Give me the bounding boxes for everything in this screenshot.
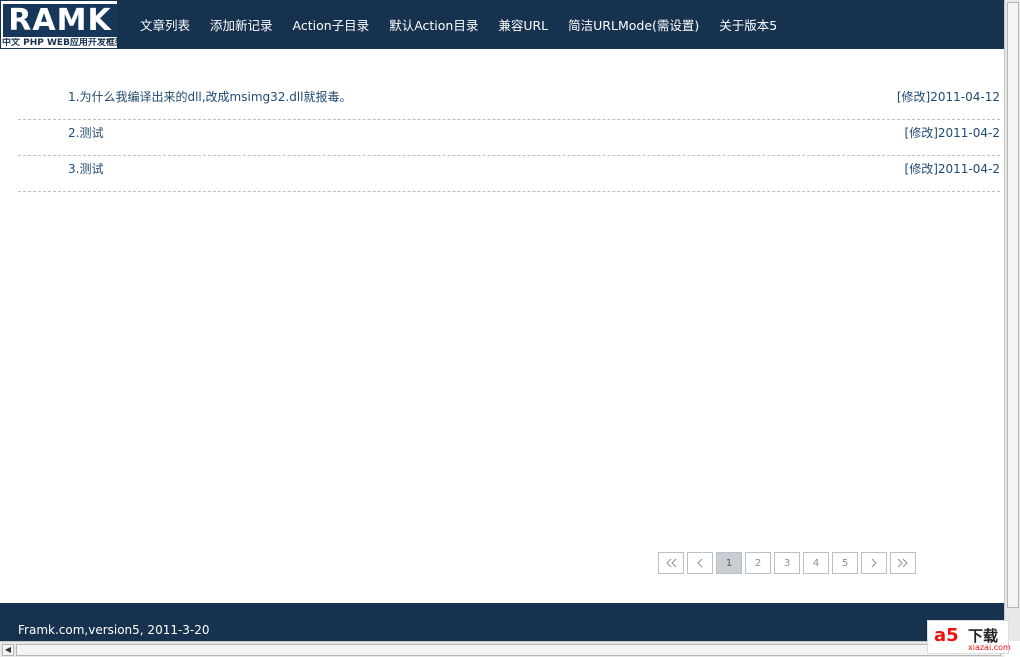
edit-link[interactable]: [修改]	[897, 90, 930, 104]
next-page-button[interactable]	[861, 552, 887, 574]
last-page-button[interactable]	[890, 552, 916, 574]
nav-about-version[interactable]: 关于版本5	[709, 15, 787, 34]
edit-link[interactable]: [修改]	[905, 162, 938, 176]
article-title-link[interactable]: 3.测试	[68, 160, 103, 177]
page-3-button[interactable]: 3	[774, 552, 800, 574]
article-date: 2011-04-2	[937, 162, 1000, 176]
pagination: 1 2 3 4 5	[658, 552, 916, 574]
first-page-button[interactable]	[658, 552, 684, 574]
prev-page-button[interactable]	[687, 552, 713, 574]
list-item: 1.为什么我编译出来的dll,改成msimg32.dll就报毒。 [修改]201…	[18, 84, 1000, 120]
article-list: 1.为什么我编译出来的dll,改成msimg32.dll就报毒。 [修改]201…	[18, 84, 1000, 192]
nav-add-record[interactable]: 添加新记录	[200, 15, 283, 34]
nav-clean-url-mode[interactable]: 简洁URLMode(需设置)	[558, 15, 709, 34]
watermark-sub: xiazai.com	[968, 643, 1011, 652]
page-5-button[interactable]: 5	[832, 552, 858, 574]
page-2-button[interactable]: 2	[745, 552, 771, 574]
double-chevron-left-icon	[666, 558, 677, 568]
double-chevron-right-icon	[897, 558, 908, 568]
chevron-right-icon	[871, 558, 877, 568]
article-meta: [修改]2011-04-2	[905, 124, 1000, 141]
list-item: 3.测试 [修改]2011-04-2	[18, 156, 1000, 192]
vertical-scroll-thumb[interactable]	[1007, 2, 1019, 608]
article-title-link[interactable]: 1.为什么我编译出来的dll,改成msimg32.dll就报毒。	[68, 88, 352, 105]
page-1-button[interactable]: 1	[716, 552, 742, 574]
list-item: 2.测试 [修改]2011-04-2	[18, 120, 1000, 156]
main-nav: 文章列表 添加新记录 Action子目录 默认Action目录 兼容URL 简洁…	[130, 0, 787, 49]
article-meta: [修改]2011-04-12	[897, 88, 1000, 105]
footer-text: Framk.com,version5, 2011-3-20	[18, 623, 210, 637]
logo-wordmark: RAMK	[3, 4, 117, 37]
header-bar: RAMK 中文 PHP WEB应用开发框架 文章列表 添加新记录 Action子…	[0, 0, 1004, 49]
chevron-left-icon	[697, 558, 703, 568]
nav-default-action-dir[interactable]: 默认Action目录	[379, 15, 488, 34]
article-date: 2011-04-2	[937, 126, 1000, 140]
scroll-left-arrow-icon[interactable]: ◀	[2, 644, 14, 656]
logo-subtitle: 中文 PHP WEB应用开发框架	[2, 38, 118, 48]
article-title-link[interactable]: 2.测试	[68, 124, 103, 141]
watermark-mark: a5	[934, 625, 959, 646]
nav-article-list[interactable]: 文章列表	[130, 15, 200, 34]
article-meta: [修改]2011-04-2	[905, 160, 1000, 177]
article-date: 2011-04-12	[930, 90, 1000, 104]
vertical-scrollbar[interactable]	[1004, 0, 1020, 641]
framk-logo[interactable]: RAMK 中文 PHP WEB应用开发框架	[0, 0, 118, 49]
horizontal-scroll-thumb[interactable]	[16, 644, 1001, 656]
edit-link[interactable]: [修改]	[905, 126, 938, 140]
horizontal-scrollbar[interactable]: ◀	[0, 641, 1004, 657]
footer-bar: Framk.com,version5, 2011-3-20	[0, 603, 1004, 641]
nav-compatible-url[interactable]: 兼容URL	[488, 15, 558, 34]
nav-action-subdir[interactable]: Action子目录	[283, 15, 380, 34]
page-4-button[interactable]: 4	[803, 552, 829, 574]
a5-watermark-logo: a5 下载 xiazai.com	[927, 620, 1011, 654]
